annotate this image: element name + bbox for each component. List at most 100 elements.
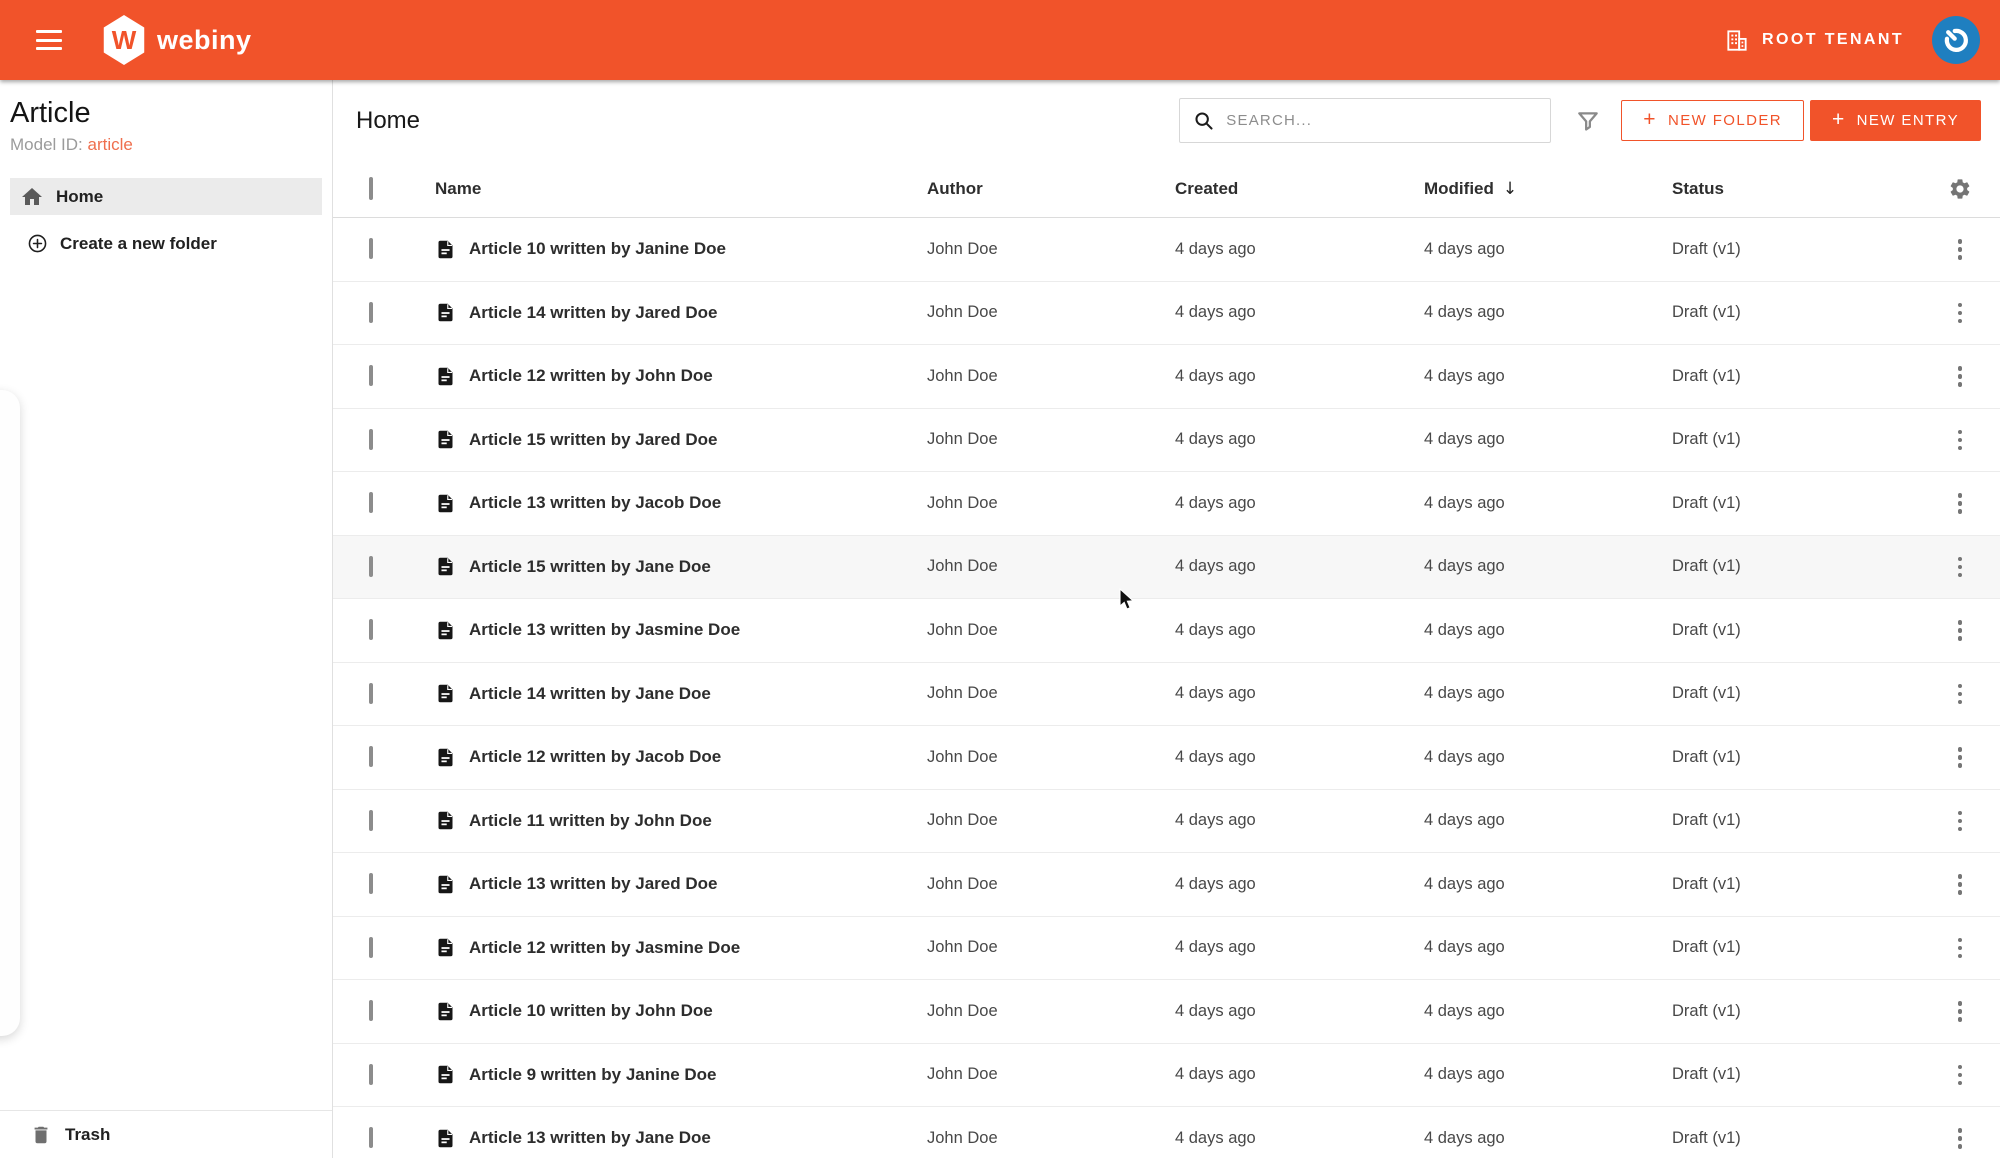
kebab-menu-icon[interactable] [1954,1124,1967,1153]
kebab-menu-icon[interactable] [1954,743,1967,772]
main-content: Home SEARCH... + NEW FOLDER + NEW ENTRY … [333,80,2000,1158]
row-checkbox[interactable] [369,1063,373,1085]
document-icon [435,1064,456,1085]
entry-status-badge: Draft (v1) [1672,684,1741,703]
table-row[interactable]: Article 12 written by Jacob Doe John Doe… [333,726,2000,790]
row-checkbox[interactable] [369,809,373,831]
table-row[interactable]: Article 11 written by John Doe John Doe … [333,789,2000,853]
row-checkbox[interactable] [369,555,373,577]
entry-title[interactable]: Article 9 written by Janine Doe [469,1065,717,1085]
entry-author: John Doe [927,620,998,639]
model-id-link[interactable]: article [87,135,132,154]
table-row[interactable]: Article 9 written by Janine Doe John Doe… [333,1043,2000,1107]
entry-title[interactable]: Article 14 written by Jane Doe [469,684,711,704]
kebab-menu-icon[interactable] [1954,426,1967,455]
entry-modified: 4 days ago [1424,430,1505,449]
row-checkbox[interactable] [369,682,373,704]
entry-created: 4 days ago [1175,557,1256,576]
hamburger-menu-icon[interactable] [36,30,62,50]
row-checkbox[interactable] [369,746,373,768]
sort-descending-icon: ↓ [1502,179,1518,199]
table-row[interactable]: Article 13 written by Jacob Doe John Doe… [333,472,2000,536]
entry-created: 4 days ago [1175,874,1256,893]
entry-created: 4 days ago [1175,493,1256,512]
entry-title[interactable]: Article 12 written by John Doe [469,366,713,386]
table-row[interactable]: Article 12 written by Jasmine Doe John D… [333,916,2000,980]
sidebar-item-create-folder[interactable]: Create a new folder [10,225,322,262]
entry-title[interactable]: Article 13 written by Jacob Doe [469,493,721,513]
entry-title[interactable]: Article 15 written by Jared Doe [469,430,717,450]
kebab-menu-icon[interactable] [1954,489,1967,518]
sidebar-item-home[interactable]: Home [10,178,322,215]
entry-status-badge: Draft (v1) [1672,430,1741,449]
kebab-menu-icon[interactable] [1954,553,1967,582]
kebab-menu-icon[interactable] [1954,680,1967,709]
entry-title[interactable]: Article 10 written by Janine Doe [469,239,726,259]
row-checkbox[interactable] [369,873,373,895]
webiny-logo[interactable]: W webiny [102,15,252,65]
table-row[interactable]: Article 14 written by Jane Doe John Doe … [333,662,2000,726]
kebab-menu-icon[interactable] [1954,616,1967,645]
entry-author: John Doe [927,557,998,576]
gravatar-icon [1941,25,1971,55]
table-row[interactable]: Article 13 written by Jared Doe John Doe… [333,853,2000,917]
row-checkbox[interactable] [369,1000,373,1022]
select-all-checkbox[interactable] [369,177,373,200]
entry-status-badge: Draft (v1) [1672,493,1741,512]
kebab-menu-icon[interactable] [1954,299,1967,328]
entry-status-badge: Draft (v1) [1672,1001,1741,1020]
row-checkbox[interactable] [369,492,373,514]
sidebar-item-trash[interactable]: Trash [0,1110,332,1158]
table-row[interactable]: Article 10 written by Janine Doe John Do… [333,218,2000,282]
entry-title[interactable]: Article 14 written by Jared Doe [469,303,717,323]
building-icon [1724,27,1750,53]
kebab-menu-icon[interactable] [1954,362,1967,391]
table-row[interactable]: Article 13 written by Jane Doe John Doe … [333,1107,2000,1158]
row-checkbox[interactable] [369,1127,373,1149]
document-icon [435,620,456,641]
table-settings-button[interactable] [1948,177,1972,201]
kebab-menu-icon[interactable] [1954,870,1967,899]
table-row[interactable]: Article 14 written by Jared Doe John Doe… [333,281,2000,345]
table-row[interactable]: Article 13 written by Jasmine Doe John D… [333,599,2000,663]
entry-title[interactable]: Article 13 written by Jasmine Doe [469,620,740,640]
table-header: Name Author Created Modified ↓ Status [333,161,2000,218]
search-input[interactable] [1226,112,1538,129]
table-row[interactable]: Article 15 written by Jane Doe John Doe … [333,535,2000,599]
kebab-menu-icon[interactable] [1954,934,1967,963]
new-entry-button[interactable]: + NEW ENTRY [1809,100,1981,141]
table-row[interactable]: Article 12 written by John Doe John Doe … [333,345,2000,409]
row-checkbox[interactable] [369,619,373,641]
column-header-name[interactable]: Name [435,179,927,199]
new-folder-button[interactable]: + NEW FOLDER [1621,100,1804,141]
entry-title[interactable]: Article 15 written by Jane Doe [469,557,711,577]
row-checkbox[interactable] [369,365,373,387]
entry-title[interactable]: Article 12 written by Jasmine Doe [469,938,740,958]
user-avatar[interactable] [1932,16,1980,64]
entry-title[interactable]: Article 10 written by John Doe [469,1001,713,1021]
table-row[interactable]: Article 10 written by John Doe John Doe … [333,980,2000,1044]
entry-created: 4 days ago [1175,620,1256,639]
entry-author: John Doe [927,874,998,893]
kebab-menu-icon[interactable] [1954,1061,1967,1090]
row-checkbox[interactable] [369,301,373,323]
row-checkbox[interactable] [369,428,373,450]
column-header-created[interactable]: Created [1175,179,1424,199]
entry-title[interactable]: Article 13 written by Jared Doe [469,874,717,894]
table-row[interactable]: Article 15 written by Jared Doe John Doe… [333,408,2000,472]
column-header-status[interactable]: Status [1672,179,1920,199]
entry-title[interactable]: Article 12 written by Jacob Doe [469,747,721,767]
entry-title[interactable]: Article 11 written by John Doe [469,811,712,831]
entry-title[interactable]: Article 13 written by Jane Doe [469,1128,711,1148]
column-header-modified[interactable]: Modified ↓ [1424,179,1672,199]
search-box [1179,98,1552,143]
kebab-menu-icon[interactable] [1954,235,1967,264]
filter-button[interactable] [1575,108,1601,134]
row-checkbox[interactable] [369,238,373,260]
column-header-author[interactable]: Author [927,179,1175,199]
kebab-menu-icon[interactable] [1954,997,1967,1026]
row-checkbox[interactable] [369,936,373,958]
kebab-menu-icon[interactable] [1954,807,1967,836]
tenant-selector[interactable]: ROOT TENANT [1724,27,1904,53]
new-folder-label: NEW FOLDER [1667,112,1782,129]
